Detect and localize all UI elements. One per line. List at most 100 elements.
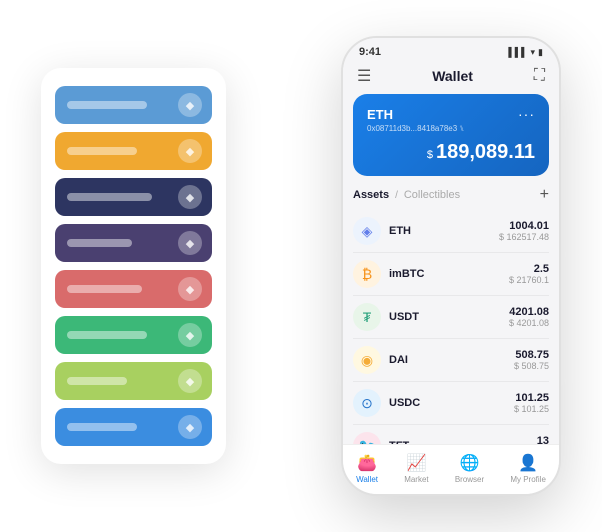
- asset-amount: 4201.08: [509, 306, 549, 318]
- eth-balance-value: 189,089.11: [436, 141, 535, 163]
- battery-icon: ▮: [538, 47, 543, 58]
- asset-icon-usdt: ₮: [353, 303, 381, 331]
- phone-header: ☰ Wallet ⛶: [343, 62, 559, 94]
- card-icon: ◆: [178, 139, 202, 163]
- asset-name: USDC: [389, 397, 514, 409]
- asset-amount: 508.75: [514, 349, 549, 361]
- tab-separator: /: [395, 190, 398, 201]
- card-line: [67, 377, 127, 385]
- card-item: ◆: [55, 132, 212, 170]
- tab-assets[interactable]: Assets: [353, 189, 389, 201]
- nav-item-browser[interactable]: 🌐 Browser: [455, 453, 484, 484]
- card-stack: ◆ ◆ ◆ ◆ ◆ ◆ ◆ ◆: [41, 68, 226, 464]
- card-icon: ◆: [178, 231, 202, 255]
- asset-icon-usdc: ⊙: [353, 389, 381, 417]
- card-item: ◆: [55, 86, 212, 124]
- asset-usd: $ 21760.1: [509, 275, 549, 285]
- asset-usd: $ 101.25: [514, 404, 549, 414]
- asset-list: ◈ ETH1004.01$ 162517.48 ₿ imBTC2.5$ 21760.1…: [353, 210, 549, 444]
- nav-item-market[interactable]: 📈 Market: [404, 453, 428, 484]
- asset-usd: $ 4201.08: [509, 318, 549, 328]
- card-line: [67, 193, 152, 201]
- nav-label-wallet: Wallet: [356, 475, 378, 484]
- asset-row[interactable]: ₿ imBTC2.5$ 21760.1: [353, 253, 549, 296]
- nav-label-browser: Browser: [455, 475, 484, 484]
- nav-label-market: Market: [404, 475, 428, 484]
- tab-collectibles[interactable]: Collectibles: [404, 189, 460, 201]
- card-item: ◆: [55, 270, 212, 308]
- asset-usd: $ 508.75: [514, 361, 549, 371]
- header-title: Wallet: [432, 68, 473, 84]
- card-icon: ◆: [178, 369, 202, 393]
- nav-icon-wallet: 👛: [357, 453, 377, 473]
- eth-balance: $189,089.11: [367, 141, 535, 164]
- tabs-left: Assets / Collectibles: [353, 189, 460, 201]
- asset-icon-dai: ◉: [353, 346, 381, 374]
- card-line: [67, 285, 142, 293]
- asset-row[interactable]: ⊙ USDC101.25$ 101.25: [353, 382, 549, 425]
- bottom-nav: 👛 Wallet 📈 Market 🌐 Browser 👤 My Profile: [343, 444, 559, 494]
- status-icons: ▌▌▌ ▾ ▮: [508, 47, 543, 58]
- menu-icon[interactable]: ☰: [357, 66, 371, 86]
- asset-name: DAI: [389, 354, 514, 366]
- asset-amounts: 130: [537, 435, 549, 444]
- card-line: [67, 101, 147, 109]
- card-item: ◆: [55, 362, 212, 400]
- asset-amounts: 2.5$ 21760.1: [509, 263, 549, 285]
- nav-icon-browser: 🌐: [460, 453, 480, 473]
- eth-card-dots[interactable]: ···: [518, 106, 535, 122]
- eth-card: ETH ··· 0x08711d3b...8418a78e3 ⑊ $189,08…: [353, 94, 549, 176]
- card-item: ◆: [55, 224, 212, 262]
- asset-icon-eth: ◈: [353, 217, 381, 245]
- nav-icon-market: 📈: [406, 453, 426, 473]
- assets-tabs: Assets / Collectibles +: [353, 186, 549, 204]
- asset-icon-imbtc: ₿: [353, 260, 381, 288]
- expand-icon[interactable]: ⛶: [534, 67, 545, 85]
- signal-icon: ▌▌▌: [508, 47, 527, 57]
- asset-icon-tft: 🐦: [353, 432, 381, 444]
- asset-amount: 13: [537, 435, 549, 444]
- asset-row[interactable]: ◈ ETH1004.01$ 162517.48: [353, 210, 549, 253]
- card-item: ◆: [55, 316, 212, 354]
- status-time: 9:41: [359, 46, 381, 58]
- nav-icon-my-profile: 👤: [518, 453, 538, 473]
- card-icon: ◆: [178, 185, 202, 209]
- asset-amounts: 4201.08$ 4201.08: [509, 306, 549, 328]
- card-item: ◆: [55, 408, 212, 446]
- phone-content: ETH ··· 0x08711d3b...8418a78e3 ⑊ $189,08…: [343, 94, 559, 444]
- asset-amounts: 1004.01$ 162517.48: [499, 220, 549, 242]
- nav-label-my-profile: My Profile: [510, 475, 546, 484]
- add-asset-button[interactable]: +: [540, 186, 549, 204]
- card-line: [67, 239, 132, 247]
- card-icon: ◆: [178, 93, 202, 117]
- card-icon: ◆: [178, 323, 202, 347]
- asset-row[interactable]: 🐦TFT130: [353, 425, 549, 444]
- asset-row[interactable]: ₮ USDT4201.08$ 4201.08: [353, 296, 549, 339]
- eth-address: 0x08711d3b...8418a78e3 ⑊: [367, 124, 535, 133]
- eth-card-label: ETH: [367, 107, 393, 122]
- asset-amount: 2.5: [509, 263, 549, 275]
- scene: ◆ ◆ ◆ ◆ ◆ ◆ ◆ ◆ 9:41 ▌▌▌ ▾ ▮ ☰ Wallet ⛶ ETH ···: [21, 21, 581, 511]
- asset-amounts: 508.75$ 508.75: [514, 349, 549, 371]
- eth-card-header: ETH ···: [367, 106, 535, 122]
- phone: 9:41 ▌▌▌ ▾ ▮ ☰ Wallet ⛶ ETH ··· 0x08711d…: [341, 36, 561, 496]
- eth-currency-symbol: $: [427, 149, 433, 161]
- asset-name: imBTC: [389, 268, 509, 280]
- asset-amounts: 101.25$ 101.25: [514, 392, 549, 414]
- card-line: [67, 331, 147, 339]
- card-line: [67, 147, 137, 155]
- asset-usd: $ 162517.48: [499, 232, 549, 242]
- card-line: [67, 423, 137, 431]
- asset-amount: 101.25: [514, 392, 549, 404]
- asset-name: ETH: [389, 225, 499, 237]
- wifi-icon: ▾: [531, 47, 536, 58]
- card-icon: ◆: [178, 415, 202, 439]
- nav-item-my-profile[interactable]: 👤 My Profile: [510, 453, 546, 484]
- asset-amount: 1004.01: [499, 220, 549, 232]
- asset-name: USDT: [389, 311, 509, 323]
- nav-item-wallet[interactable]: 👛 Wallet: [356, 453, 378, 484]
- status-bar: 9:41 ▌▌▌ ▾ ▮: [343, 38, 559, 62]
- card-item: ◆: [55, 178, 212, 216]
- asset-row[interactable]: ◉ DAI508.75$ 508.75: [353, 339, 549, 382]
- card-icon: ◆: [178, 277, 202, 301]
